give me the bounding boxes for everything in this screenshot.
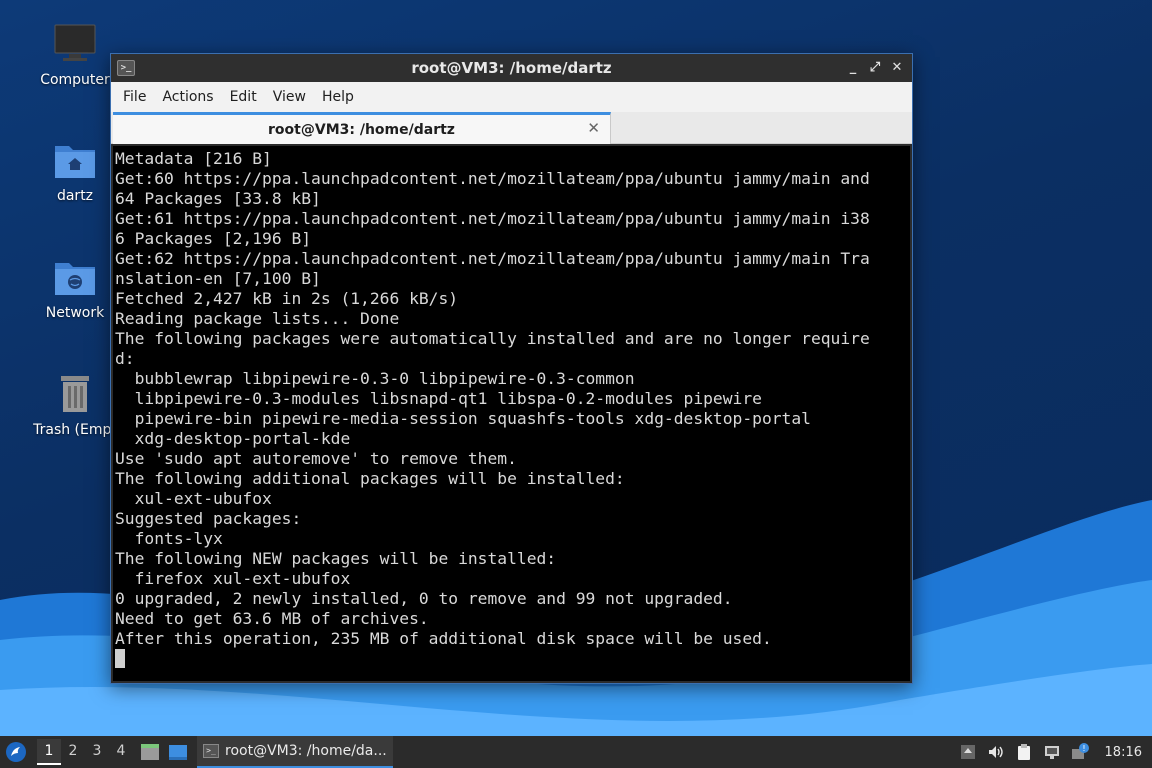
terminal-line: bubblewrap libpipewire-0.3-0 libpipewire…: [115, 369, 635, 388]
menu-actions[interactable]: Actions: [154, 89, 221, 105]
lubuntu-logo-icon: [6, 742, 26, 762]
terminal-line: After this operation, 235 MB of addition…: [115, 629, 772, 648]
terminal-line: libpipewire-0.3-modules libsnapd-qt1 lib…: [115, 389, 762, 408]
terminal-line: Metadata [216 B]: [115, 149, 272, 168]
workspace-3[interactable]: 3: [85, 739, 109, 765]
app-menu-button[interactable]: [3, 739, 29, 765]
workspace-switcher: 1 2 3 4: [37, 739, 133, 765]
close-button[interactable]: ✕: [888, 59, 906, 77]
tab-label: root@VM3: /home/dartz: [268, 121, 455, 138]
terminal-line: xdg-desktop-portal-kde: [115, 429, 351, 448]
terminal-line: Get:60 https://ppa.launchpadcontent.net/…: [115, 169, 870, 188]
terminal-window[interactable]: >_ root@VM3: /home/dartz _ ⤢ ✕ File Acti…: [110, 53, 913, 684]
terminal-app-icon[interactable]: >_: [117, 60, 135, 76]
terminal-output[interactable]: Metadata [216 B] Get:60 https://ppa.launc…: [113, 146, 910, 681]
terminal-cursor: [115, 649, 125, 668]
terminal-line: The following packages were automaticall…: [115, 329, 870, 348]
menu-file[interactable]: File: [115, 89, 154, 105]
terminal-line: Reading package lists... Done: [115, 309, 400, 328]
menu-view[interactable]: View: [265, 89, 314, 105]
terminal-line: Need to get 63.6 MB of archives.: [115, 609, 429, 628]
file-manager-launcher-icon[interactable]: [139, 741, 161, 763]
updates-notification-icon[interactable]: !: [1071, 743, 1089, 761]
taskbar-task-terminal[interactable]: >_ root@VM3: /home/da...: [197, 736, 393, 768]
clipboard-icon[interactable]: [1015, 743, 1033, 761]
terminal-line: Get:61 https://ppa.launchpadcontent.net/…: [115, 209, 870, 228]
menu-help[interactable]: Help: [314, 89, 362, 105]
window-titlebar[interactable]: >_ root@VM3: /home/dartz _ ⤢ ✕: [111, 54, 912, 82]
tab-close-icon[interactable]: ✕: [587, 119, 600, 137]
workspace-2[interactable]: 2: [61, 739, 85, 765]
monitor-icon: [53, 22, 97, 66]
terminal-line: The following additional packages will b…: [115, 469, 625, 488]
minimize-button[interactable]: _: [844, 59, 862, 77]
terminal-line: pipewire-bin pipewire-media-session squa…: [115, 409, 811, 428]
terminal-line: nslation-en [7,100 B]: [115, 269, 321, 288]
terminal-line: 6 Packages [2,196 B]: [115, 229, 312, 248]
terminal-line: fonts-lyx: [115, 529, 223, 548]
home-folder-icon: [53, 138, 97, 182]
terminal-line: 64 Packages [33.8 kB]: [115, 189, 321, 208]
workspace-4[interactable]: 4: [109, 739, 133, 765]
tray-arrow-up-icon[interactable]: [959, 743, 977, 761]
workspace-1[interactable]: 1: [37, 739, 61, 765]
terminal-line: Use 'sudo apt autoremove' to remove them…: [115, 449, 517, 468]
terminal-line: Fetched 2,427 kB in 2s (1,266 kB/s): [115, 289, 459, 308]
tab-terminal[interactable]: root@VM3: /home/dartz ✕: [113, 112, 611, 144]
terminal-line: 0 upgraded, 2 newly installed, 0 to remo…: [115, 589, 733, 608]
terminal-line: xul-ext-ubufox: [115, 489, 272, 508]
maximize-button[interactable]: ⤢: [866, 59, 884, 77]
terminal-line: d:: [115, 349, 135, 368]
terminal-line: The following NEW packages will be insta…: [115, 549, 557, 568]
task-label: root@VM3: /home/da...: [225, 743, 387, 759]
terminal-line: Suggested packages:: [115, 509, 302, 528]
network-status-icon[interactable]: [1043, 743, 1061, 761]
menu-edit[interactable]: Edit: [222, 89, 265, 105]
window-title: root@VM3: /home/dartz: [411, 59, 612, 77]
clock[interactable]: 18:16: [1105, 745, 1142, 760]
terminal-line: Get:62 https://ppa.launchpadcontent.net/…: [115, 249, 870, 268]
terminal-prompt-line[interactable]: [115, 649, 910, 669]
taskbar: 1 2 3 4 >_ root@VM3: /home/da... ! 18:16: [0, 736, 1152, 768]
terminal-app-icon: >_: [203, 744, 219, 758]
volume-icon[interactable]: [987, 743, 1005, 761]
show-desktop-icon[interactable]: [167, 741, 189, 763]
system-tray: ! 18:16: [959, 743, 1142, 761]
terminal-line: firefox xul-ext-ubufox: [115, 569, 351, 588]
trash-icon: [53, 372, 97, 416]
network-folder-icon: [53, 255, 97, 299]
tab-bar: root@VM3: /home/dartz ✕: [111, 112, 912, 144]
menubar: File Actions Edit View Help: [111, 82, 912, 112]
svg-text:!: !: [1082, 744, 1085, 753]
